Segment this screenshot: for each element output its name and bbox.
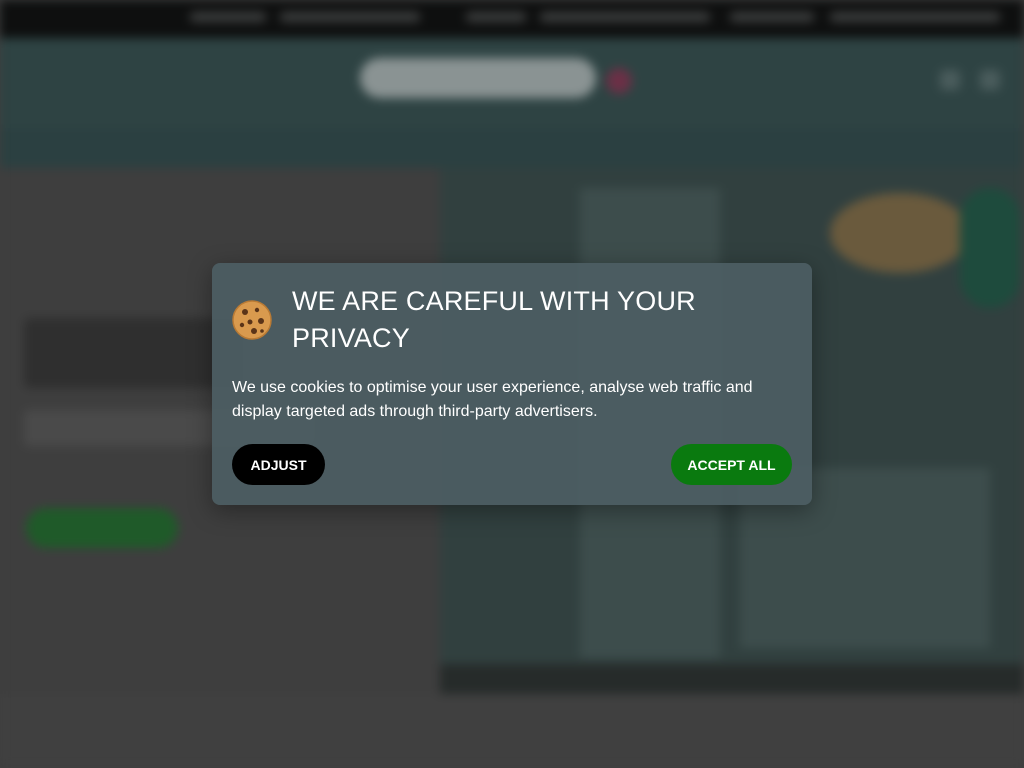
- cookie-dialog-title: WE ARE CAREFUL WITH YOUR PRIVACY: [292, 286, 696, 353]
- accept-all-button[interactable]: ACCEPT ALL: [671, 444, 792, 485]
- cart-icon: [980, 70, 1000, 90]
- hero-image-plant: [960, 188, 1020, 308]
- cookie-icon: [232, 300, 272, 340]
- top-bar-item: [730, 12, 814, 22]
- cookie-consent-dialog: WE ARE CAREFUL WITH YOUR PRIVACY We use …: [212, 263, 812, 505]
- top-bar-item: [190, 12, 266, 22]
- adjust-button[interactable]: ADJUST: [232, 444, 325, 485]
- search-icon: [606, 68, 632, 94]
- search-input: [360, 58, 596, 98]
- hero-image-bowl: [830, 193, 970, 273]
- cookie-dialog-description: We use cookies to optimise your user exp…: [232, 379, 753, 420]
- top-bar-item: [466, 12, 526, 22]
- top-bar-item: [540, 12, 710, 22]
- lower-content-section: [0, 694, 1024, 768]
- account-icon: [940, 70, 960, 90]
- main-navigation: [0, 128, 1024, 168]
- hero-image-footer: [440, 664, 1024, 694]
- top-bar-item: [830, 12, 1000, 22]
- top-bar-item: [280, 12, 420, 22]
- top-announcement-bar: [0, 0, 1024, 38]
- hero-title: [24, 318, 244, 388]
- hero-cta-button: [26, 508, 178, 548]
